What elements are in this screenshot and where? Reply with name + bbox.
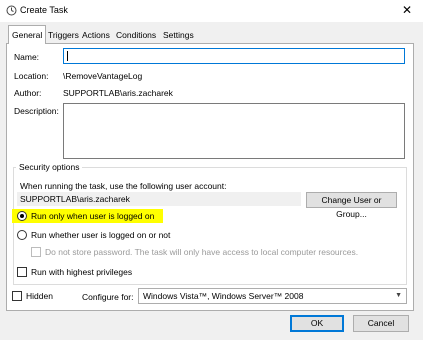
- description-label: Description:: [14, 106, 59, 116]
- highest-privileges-checkbox[interactable]: [17, 267, 27, 277]
- tab-settings[interactable]: Settings: [160, 28, 197, 42]
- account-prompt: When running the task, use the following…: [20, 181, 227, 191]
- configure-for-value: Windows Vista™, Windows Server™ 2008: [143, 291, 304, 301]
- user-account-value: SUPPORTLAB\aris.zacharek: [20, 194, 130, 204]
- window-title: Create Task: [20, 5, 68, 15]
- configure-for-label: Configure for:: [82, 292, 134, 302]
- location-label: Location:: [14, 71, 49, 81]
- tab-conditions[interactable]: Conditions: [113, 28, 159, 42]
- tab-triggers[interactable]: Triggers: [45, 28, 82, 42]
- change-user-button[interactable]: Change User or Group...: [306, 192, 397, 219]
- configure-for-select[interactable]: Windows Vista™, Windows Server™ 2008 ▼: [138, 288, 407, 304]
- description-input[interactable]: [63, 103, 405, 159]
- hidden-label[interactable]: Hidden: [26, 291, 53, 301]
- run-logged-on-label[interactable]: Run only when user is logged on: [31, 211, 154, 221]
- chevron-down-icon: ▼: [395, 292, 402, 299]
- author-label: Author:: [14, 88, 42, 98]
- task-scheduler-icon: [6, 5, 17, 16]
- cancel-button[interactable]: Cancel: [353, 315, 409, 332]
- name-label: Name:: [14, 52, 40, 62]
- highest-privileges-label[interactable]: Run with highest privileges: [31, 267, 132, 277]
- close-icon[interactable]: ✕: [402, 3, 412, 17]
- author-value: SUPPORTLAB\aris.zacharek: [63, 88, 173, 98]
- user-account-field: SUPPORTLAB\aris.zacharek: [17, 192, 301, 206]
- hidden-checkbox[interactable]: [12, 291, 22, 301]
- security-options-label: Security options: [16, 162, 83, 172]
- run-whether-label[interactable]: Run whether user is logged on or not: [31, 230, 170, 240]
- run-logged-on-radio[interactable]: [17, 211, 27, 221]
- ok-button[interactable]: OK: [290, 315, 344, 332]
- text-cursor: [67, 51, 68, 61]
- dont-store-password-label: Do not store password. The task will onl…: [45, 247, 359, 257]
- tab-actions[interactable]: Actions: [79, 28, 113, 42]
- tab-general[interactable]: General: [8, 25, 47, 44]
- run-whether-radio[interactable]: [17, 230, 27, 240]
- name-input[interactable]: [63, 48, 405, 64]
- location-value: \RemoveVantageLog: [63, 71, 143, 81]
- dont-store-password-checkbox: [31, 247, 41, 257]
